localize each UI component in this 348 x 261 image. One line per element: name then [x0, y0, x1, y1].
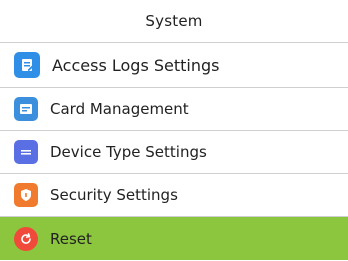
device-type-icon [14, 140, 38, 164]
reset-icon [14, 226, 38, 251]
access-logs-icon [14, 52, 40, 78]
menu-item-label: Card Management [50, 100, 189, 118]
menu-item-card-management[interactable]: Card Management [0, 88, 348, 131]
security-shield-icon [14, 183, 38, 207]
page-title-text: System [145, 12, 203, 30]
system-menu-screen: System Access Logs Settings Card Managem… [0, 0, 348, 261]
menu-item-label: Reset [50, 229, 92, 248]
menu-item-security-settings[interactable]: Security Settings [0, 174, 348, 217]
menu-item-device-type-settings[interactable]: Device Type Settings [0, 131, 348, 174]
card-icon [14, 97, 38, 121]
page-title: System [0, 0, 348, 43]
menu-item-access-logs-settings[interactable]: Access Logs Settings [0, 43, 348, 88]
menu-item-reset[interactable]: Reset [0, 217, 348, 260]
menu-item-label: Access Logs Settings [52, 55, 220, 75]
menu-list: Access Logs Settings Card Management Dev… [0, 43, 348, 260]
menu-item-label: Device Type Settings [50, 143, 207, 161]
menu-item-label: Security Settings [50, 186, 178, 204]
